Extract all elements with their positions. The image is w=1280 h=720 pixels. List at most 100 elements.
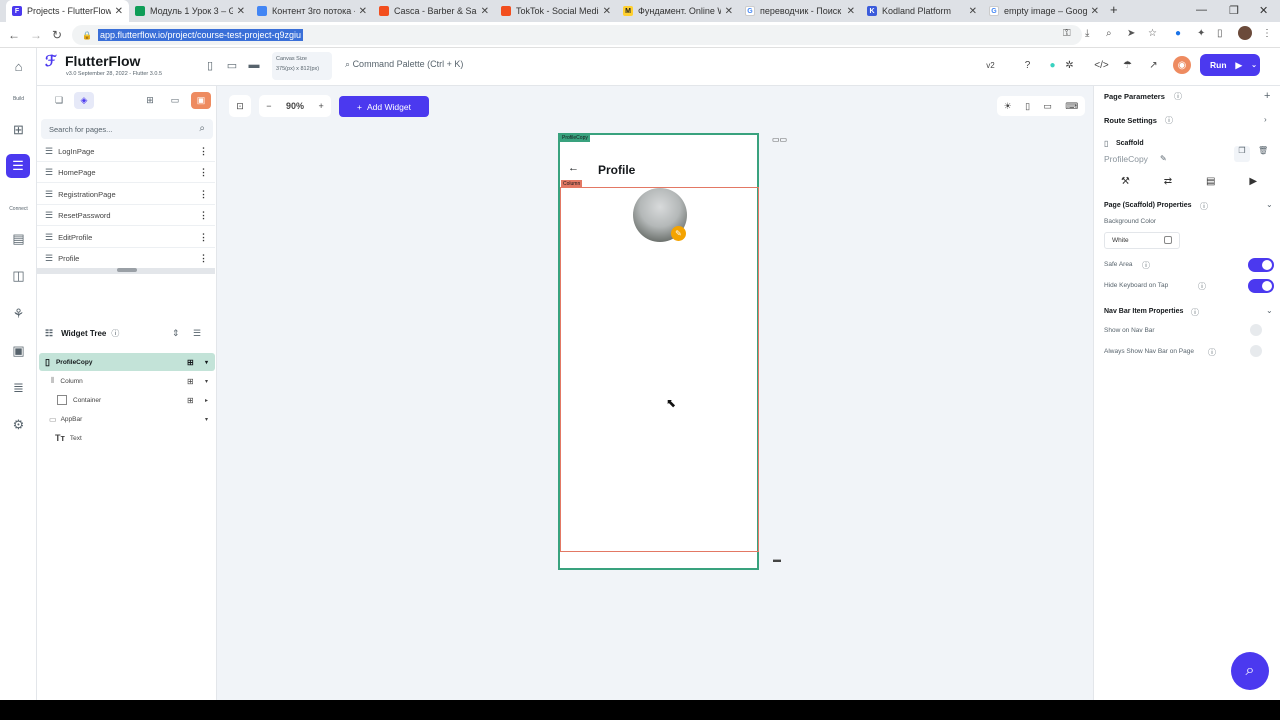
menu-icon[interactable]: ⋮: [1262, 28, 1272, 39]
always-show-nav-toggle[interactable]: [1250, 345, 1262, 357]
edit-pencil-icon[interactable]: ✎: [671, 226, 686, 241]
close-icon[interactable]: ✕: [481, 6, 489, 17]
custom-code-icon[interactable]: ≣: [9, 378, 28, 397]
home-icon[interactable]: ⌂: [9, 57, 28, 76]
add-child-icon[interactable]: ⊞: [187, 358, 194, 367]
new-tab-icon[interactable]: +: [1110, 2, 1118, 17]
page-parameters-title[interactable]: Page Parameters: [1104, 92, 1165, 101]
caret-icon[interactable]: ▸: [205, 397, 208, 404]
code-icon[interactable]: </>: [1094, 58, 1109, 73]
more-icon[interactable]: ⋮: [199, 146, 208, 157]
share-icon[interactable]: ➤: [1127, 28, 1135, 39]
integrations-icon[interactable]: ⚘: [9, 304, 28, 323]
key-icon[interactable]: ⚿: [1063, 28, 1071, 39]
tab-google-slides[interactable]: Модуль 1 Урок 3 – Go ✕: [129, 0, 251, 22]
close-icon[interactable]: ✕: [969, 6, 977, 17]
tree-node-root[interactable]: ▯ ProfileCopy ⊞ ▾: [39, 353, 215, 371]
caret-icon[interactable]: ▾: [205, 359, 208, 366]
grid-icon[interactable]: ⊞: [140, 92, 160, 109]
bug-icon[interactable]: ✲: [1062, 58, 1077, 73]
more-icon[interactable]: ⋮: [199, 210, 208, 221]
info-icon[interactable]: ⓘ: [1174, 91, 1182, 102]
tree-node-appbar[interactable]: ▭ AppBar ▾: [49, 410, 215, 428]
page-title[interactable]: Profile: [598, 163, 635, 177]
more-icon[interactable]: ⋮: [199, 232, 208, 243]
zoom-out-icon[interactable]: −: [266, 101, 271, 111]
share-external-icon[interactable]: ↗: [1146, 58, 1161, 73]
close-icon[interactable]: ✕: [725, 6, 733, 17]
add-widget-button[interactable]: + Add Widget: [339, 96, 429, 117]
route-settings-title[interactable]: Route Settings: [1104, 116, 1157, 125]
minimize-icon[interactable]: —: [1196, 4, 1207, 16]
chevron-right-icon[interactable]: ›: [1264, 115, 1267, 124]
info-icon[interactable]: ⓘ: [1198, 281, 1206, 292]
close-window-icon[interactable]: ✕: [1259, 4, 1268, 17]
color-swatch[interactable]: [1164, 236, 1172, 244]
appbar-marker-icon[interactable]: ▭▭: [772, 135, 787, 144]
backend-query-tab-icon[interactable]: ▤: [1206, 176, 1215, 187]
puzzle-icon[interactable]: ✦: [1197, 28, 1205, 39]
close-icon[interactable]: ✕: [115, 6, 123, 17]
info-icon[interactable]: ⓘ: [1191, 307, 1199, 318]
add-child-icon[interactable]: ⊞: [187, 377, 194, 386]
page-search-input[interactable]: Search for pages... ⌕: [41, 119, 213, 139]
bookmark-star-icon[interactable]: ☆: [1148, 28, 1157, 39]
tab-docs[interactable]: Контент 3го потока - ✕: [251, 0, 373, 22]
tree-node-container[interactable]: Container ⊞ ▸: [57, 391, 215, 409]
widget-tree-icon[interactable]: ☰: [6, 154, 30, 178]
copy-icon[interactable]: ❐: [1234, 146, 1250, 162]
app-bar[interactable]: ← Profile: [560, 135, 757, 187]
page-item[interactable]: ☰ RegistrationPage ⋮: [37, 184, 215, 205]
more-icon[interactable]: ⋮: [199, 167, 208, 178]
add-parameter-icon[interactable]: +: [1264, 90, 1270, 102]
help-search-button[interactable]: ⌕: [1231, 652, 1269, 690]
info-icon[interactable]: ⓘ: [1208, 347, 1216, 358]
tablet-preview-icon[interactable]: ▭: [1043, 101, 1052, 112]
column-widget[interactable]: Column ✎: [560, 180, 759, 552]
caret-icon[interactable]: ▾: [205, 416, 208, 423]
status-check-icon[interactable]: ●: [1045, 58, 1060, 73]
play-tab-icon[interactable]: ▶: [1249, 176, 1257, 187]
components-icon[interactable]: ▣: [191, 92, 211, 109]
tab-kodland[interactable]: K Kodland Platform ✕: [861, 0, 983, 22]
preview-eye-icon[interactable]: ◉: [1173, 56, 1191, 74]
tab-figma-casca[interactable]: Casca - Barber & Salon ✕: [373, 0, 495, 22]
info-icon[interactable]: ⓘ: [111, 328, 119, 339]
reload-icon[interactable]: ↻: [52, 28, 62, 42]
media-icon[interactable]: ▣: [9, 341, 28, 360]
tab-figma-toktok[interactable]: TokTok - Social Media ✕: [495, 0, 617, 22]
close-icon[interactable]: ✕: [359, 6, 367, 17]
apk-icon[interactable]: ☂: [1120, 58, 1135, 73]
tree-node-column[interactable]: ⫴ Column ⊞ ▾: [51, 372, 215, 390]
close-icon[interactable]: ✕: [1091, 6, 1099, 17]
collapse-icon[interactable]: ⌄: [1266, 306, 1273, 315]
screenshot-icon[interactable]: ⊡: [229, 95, 251, 117]
properties-tab-icon[interactable]: ⚒: [1121, 176, 1130, 187]
phone-device-icon[interactable]: ▯: [203, 58, 217, 72]
collapse-icon[interactable]: ⌄: [1266, 200, 1273, 209]
show-on-nav-toggle[interactable]: [1250, 324, 1262, 336]
navbar-marker-icon[interactable]: ▬: [773, 555, 781, 564]
filter-icon[interactable]: ☰: [193, 328, 201, 339]
run-button[interactable]: Run ▶ ⌄: [1200, 54, 1260, 76]
canvas-size[interactable]: Canvas Size 375(px) x 812(px): [272, 52, 332, 80]
tablet-device-icon[interactable]: ▭: [225, 58, 239, 72]
page-item[interactable]: ☰ ResetPassword ⋮: [37, 205, 215, 226]
page-item[interactable]: ☰ Profile ⋮: [37, 248, 215, 269]
add-page-icon[interactable]: ⊞: [9, 120, 28, 139]
settings-icon[interactable]: ⚙: [9, 415, 28, 434]
drag-handle[interactable]: [117, 268, 137, 272]
phone-frame[interactable]: ProfileCopy ← Profile Column ✎: [558, 133, 759, 570]
version-tag[interactable]: v2: [983, 58, 998, 73]
phone-preview-icon[interactable]: ▯: [1025, 101, 1030, 112]
delete-icon[interactable]: 🗑: [1258, 146, 1268, 155]
info-icon[interactable]: ⓘ: [1142, 260, 1150, 271]
more-icon[interactable]: ⋮: [199, 189, 208, 200]
more-icon[interactable]: ⋮: [199, 253, 208, 264]
add-child-icon[interactable]: ⊞: [187, 396, 194, 405]
install-icon[interactable]: ⤓: [1085, 28, 1089, 39]
avatar[interactable]: [1238, 26, 1252, 40]
url-field[interactable]: 🔒 app.flutterflow.io/project/course-test…: [72, 25, 1082, 45]
page-item[interactable]: ☰ LogInPage ⋮: [37, 141, 215, 162]
page-item[interactable]: ☰ HomePage ⋮: [37, 162, 215, 183]
